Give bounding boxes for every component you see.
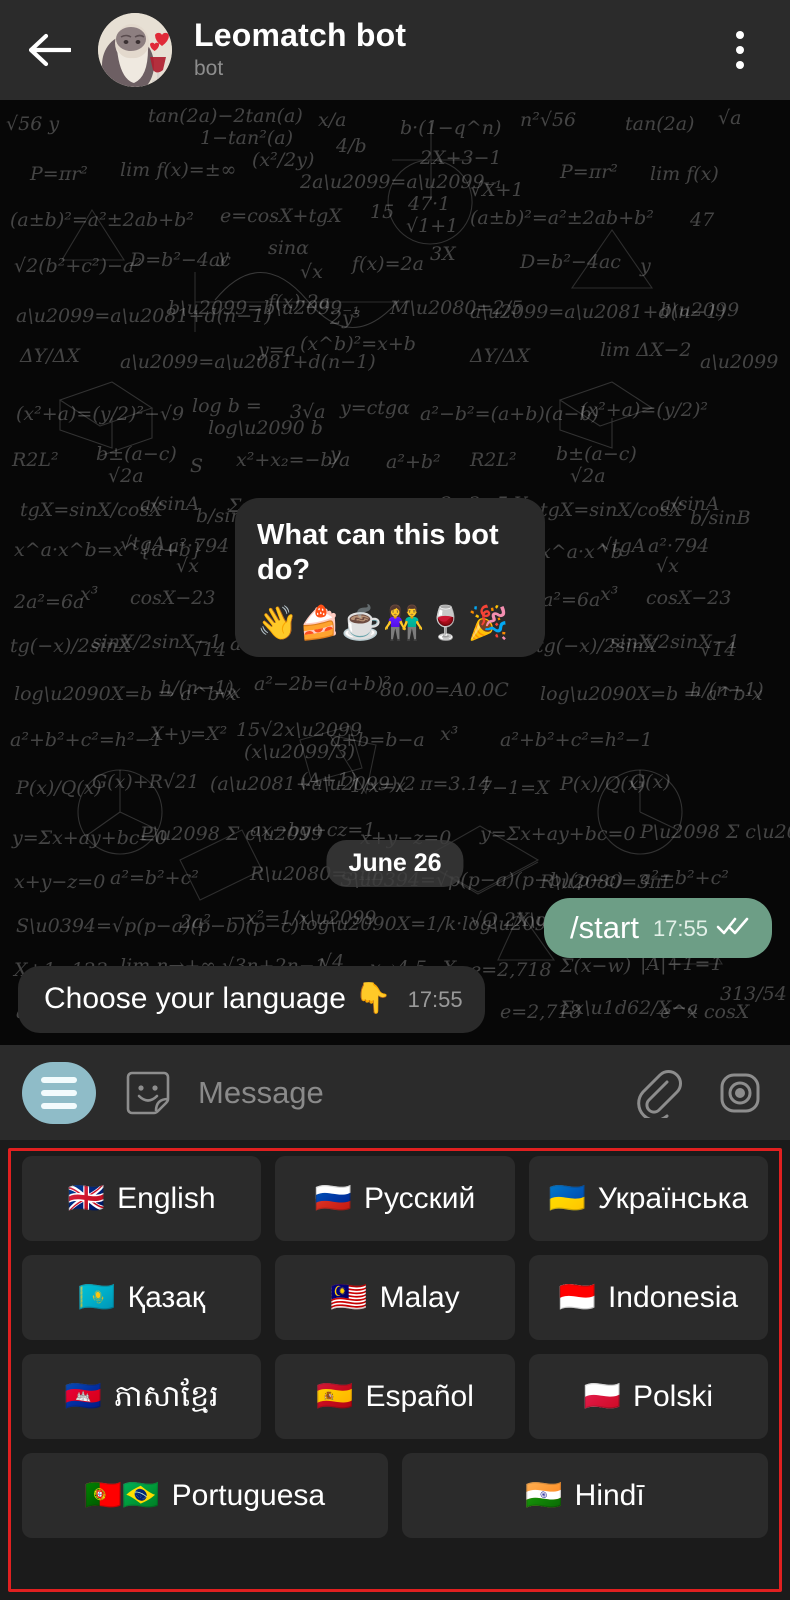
language-label: Indonesia	[607, 1280, 739, 1314]
sticker-smiley-icon	[126, 1071, 170, 1114]
language-button-russian[interactable]: 🇷🇺 Русский	[275, 1156, 515, 1241]
flag-in-icon: 🇮🇳	[525, 1478, 563, 1512]
language-button-khmer[interactable]: 🇰🇭 ភាសាខ្មែរ	[22, 1354, 262, 1439]
message-text: Choose your language 👇	[44, 982, 392, 1015]
leo-tolstoy-avatar-image	[98, 13, 172, 87]
keyboard-row: 🇰🇭 ភាសាខ្មែរ 🇪🇸 Español 🇵🇱 Polski	[22, 1354, 768, 1439]
flag-pl-icon: 🇵🇱	[583, 1379, 621, 1413]
sticker-button[interactable]	[120, 1065, 176, 1121]
bot-reply-keyboard: 🇬🇧 English 🇷🇺 Русский 🇺🇦 Українська 🇰🇿 Қ…	[0, 1140, 790, 1600]
bot-info-emoji: 👋🍰☕👫🍷🎉	[257, 603, 510, 641]
keyboard-row: 🇬🇧 English 🇷🇺 Русский 🇺🇦 Українська	[22, 1156, 768, 1241]
language-button-kazakh[interactable]: 🇰🇿 Қазақ	[22, 1255, 262, 1340]
avatar[interactable]	[98, 13, 172, 87]
keyboard-row: 🇰🇿 Қазақ 🇲🇾 Malay 🇮🇩 Indonesia	[22, 1255, 768, 1340]
flag-es-icon: 🇪🇸	[316, 1379, 354, 1413]
hamburger-menu-icon	[41, 1089, 77, 1096]
message-bubble-outgoing[interactable]: /start 17:55	[544, 898, 772, 958]
language-label: Malay	[379, 1280, 460, 1314]
keyboard-row: 🇵🇹🇧🇷 Portuguesa 🇮🇳 Hindī	[22, 1453, 768, 1538]
kebab-dot	[736, 31, 744, 39]
language-label: Polski	[632, 1379, 714, 1413]
language-label: English	[117, 1181, 216, 1215]
paperclip-icon	[637, 1069, 682, 1118]
flag-gb-icon: 🇬🇧	[67, 1181, 106, 1215]
kebab-dot	[736, 46, 744, 54]
hamburger-menu-icon	[41, 1076, 77, 1083]
more-options-button[interactable]	[714, 24, 766, 76]
language-button-spanish[interactable]: 🇪🇸 Español	[275, 1354, 515, 1439]
header-titles: Leomatch bot bot	[194, 18, 714, 81]
message-text: /start	[570, 910, 639, 945]
flag-ua-icon: 🇺🇦	[548, 1181, 586, 1215]
back-button[interactable]	[24, 24, 76, 76]
telegram-chat-screen: Leomatch bot bot √56 y tan(2a)−2tan(a) 1−…	[0, 0, 790, 1600]
language-label: Русский	[364, 1181, 476, 1215]
language-button-portuguese[interactable]: 🇵🇹🇧🇷 Portuguesa	[22, 1453, 388, 1538]
message-input[interactable]: Message	[198, 1075, 604, 1111]
flag-id-icon: 🇮🇩	[558, 1280, 596, 1314]
language-button-polish[interactable]: 🇵🇱 Polski	[528, 1354, 768, 1439]
bot-info-bubble: What can this bot do? 👋🍰☕👫🍷🎉	[235, 498, 545, 657]
language-label: ភាសាខ្មែរ	[113, 1379, 219, 1413]
bot-menu-button[interactable]	[22, 1061, 96, 1124]
camera-icon	[720, 1073, 760, 1112]
language-button-english[interactable]: 🇬🇧 English	[22, 1156, 262, 1241]
date-divider: June 26	[326, 840, 464, 887]
chat-messages-area: √56 y tan(2a)−2tan(a) 1−tan²(a) x/a 4/b b·(…	[0, 100, 790, 1045]
message-time: 17:55	[407, 986, 463, 1012]
flag-my-icon: 🇲🇾	[330, 1280, 368, 1314]
arrow-left-icon	[29, 33, 71, 67]
chat-header: Leomatch bot bot	[0, 0, 790, 100]
message-bubble-incoming[interactable]: Choose your language 👇 17:55	[18, 966, 485, 1033]
language-label: Українська	[597, 1181, 749, 1215]
flag-kh-icon: 🇰🇭	[64, 1379, 102, 1413]
language-button-indonesian[interactable]: 🇮🇩 Indonesia	[528, 1255, 768, 1340]
camera-button[interactable]	[712, 1065, 768, 1121]
messages-list: What can this bot do? 👋🍰☕👫🍷🎉 June 26 /st…	[0, 100, 790, 1045]
language-label: Hindī	[574, 1478, 645, 1512]
flag-kz-icon: 🇰🇿	[78, 1280, 116, 1314]
message-time: 17:55	[652, 915, 708, 941]
flag-pt-br-icon: 🇵🇹🇧🇷	[84, 1478, 160, 1512]
language-button-hindi[interactable]: 🇮🇳 Hindī	[402, 1453, 768, 1538]
language-label: Español	[365, 1379, 474, 1413]
chat-subtitle: bot	[194, 57, 224, 81]
language-label: Portuguesa	[171, 1478, 326, 1512]
attach-button[interactable]	[630, 1065, 686, 1121]
chat-title: Leomatch bot	[194, 17, 407, 54]
language-button-ukrainian[interactable]: 🇺🇦 Українська	[528, 1156, 768, 1241]
double-check-icon	[716, 916, 750, 941]
hamburger-menu-icon	[41, 1102, 77, 1109]
kebab-dot	[736, 61, 744, 69]
message-meta: 17:55	[653, 916, 750, 946]
message-input-bar: Message	[0, 1045, 790, 1140]
language-button-malay[interactable]: 🇲🇾 Malay	[275, 1255, 515, 1340]
language-label: Қазақ	[127, 1280, 206, 1314]
flag-ru-icon: 🇷🇺	[314, 1181, 352, 1215]
bot-info-question: What can this bot do?	[257, 519, 499, 586]
